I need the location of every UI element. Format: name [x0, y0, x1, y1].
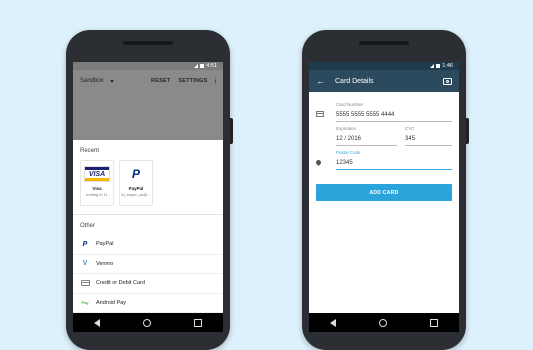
other-heading: Other [80, 223, 96, 229]
toolbar: Sandbox RESET SETTINGS [73, 70, 223, 92]
expiration-cvc-row: Expiration 12 / 2016 CVC 345 [316, 126, 452, 146]
list-item-paypal[interactable]: P PayPal [73, 235, 223, 255]
status-bar: 1:46 [309, 62, 459, 70]
list-item-android-pay[interactable]: Pay Android Pay [73, 294, 223, 313]
list-item-label: Credit or Debit Card [96, 280, 145, 287]
list-item-credit-card[interactable]: Credit or Debit Card [73, 274, 223, 294]
power-button [230, 118, 233, 144]
paypal-icon: P [82, 240, 88, 248]
system-nav-bar [73, 313, 223, 332]
battery-icon [200, 64, 205, 68]
recents-icon[interactable] [429, 318, 438, 327]
cvc-label: CVC [405, 126, 415, 131]
credit-card-icon [316, 111, 324, 117]
home-icon[interactable] [378, 318, 387, 327]
expiration-field[interactable]: Expiration 12 / 2016 [336, 126, 398, 146]
list-item-venmo[interactable]: V Venmo [73, 255, 223, 274]
battery-icon [436, 64, 441, 68]
dimmed-background [73, 92, 223, 140]
postal-code-label: Postal Code [336, 150, 361, 155]
dropdown-caret-icon [109, 79, 114, 83]
recent-item-name: PayPal [128, 186, 144, 191]
back-icon[interactable] [94, 318, 101, 327]
home-icon[interactable] [142, 318, 151, 327]
recents-icon[interactable] [193, 318, 202, 327]
phone-right: 1:46 ← Card Details Card Number 5555 555… [302, 30, 469, 350]
add-card-button[interactable]: ADD CARD [316, 184, 452, 201]
camera-icon[interactable] [443, 77, 452, 85]
signal-icon [194, 64, 199, 68]
page-title: Card Details [335, 77, 374, 85]
signal-icon [430, 64, 435, 68]
recent-heading: Recent [80, 148, 100, 154]
visa-logo-icon: VISA [84, 166, 110, 182]
recent-item-detail: ending in 11 [86, 192, 108, 197]
back-icon[interactable] [330, 318, 337, 327]
left-screen: 4:51 Sandbox RESET SETTINGS Recent VISA [73, 62, 223, 332]
venmo-icon: V [82, 260, 88, 268]
paypal-logo-icon: P [131, 167, 140, 181]
android-pay-icon: Pay [81, 300, 89, 306]
recent-item-detail: bt_buyer_us@... [121, 192, 151, 197]
status-time: 1:46 [442, 63, 453, 69]
speaker-grille [359, 41, 409, 45]
other-list: P PayPal V Venmo Credit or Debit Card Pa… [73, 235, 223, 313]
status-time: 4:51 [206, 63, 217, 69]
cvc-input[interactable]: 345 [405, 136, 452, 146]
expiration-input[interactable]: 12 / 2016 [336, 136, 398, 146]
recent-item-paypal[interactable]: P PayPal bt_buyer_us@... [119, 160, 153, 206]
toolbar: ← Card Details [309, 70, 459, 92]
back-arrow-icon[interactable]: ← [316, 76, 325, 86]
card-number-input[interactable]: 5555 5555 5555 4444 [336, 112, 452, 122]
card-number-field[interactable]: Card Number 5555 5555 5555 4444 [336, 102, 452, 122]
recent-list: VISA Visa ending in 11 P PayPal bt_buyer… [73, 160, 223, 214]
speaker-grille [123, 41, 173, 45]
environment-label: Sandbox [80, 78, 104, 84]
list-item-label: Android Pay [96, 299, 126, 306]
payment-method-sheet: Recent VISA Visa ending in 11 P PayPal b… [73, 140, 223, 313]
postal-code-row: Postal Code 12345 [314, 150, 452, 170]
cvc-field[interactable]: CVC 345 [405, 126, 452, 146]
location-pin-icon [314, 158, 323, 167]
right-screen: 1:46 ← Card Details Card Number 5555 555… [309, 62, 459, 332]
settings-button[interactable]: SETTINGS [178, 78, 207, 84]
card-number-label: Card Number [336, 102, 364, 107]
more-options-icon[interactable] [214, 77, 216, 85]
list-item-label: Venmo [96, 260, 114, 267]
card-form-body: Card Number 5555 5555 5555 4444 Expirati… [309, 92, 459, 311]
power-button [466, 118, 469, 144]
card-form: Card Number 5555 5555 5555 4444 Expirati… [309, 92, 459, 170]
environment-dropdown[interactable]: Sandbox [80, 78, 114, 84]
credit-card-icon [80, 280, 90, 287]
reset-button[interactable]: RESET [151, 78, 170, 84]
postal-code-field[interactable]: Postal Code 12345 [336, 150, 452, 170]
expiration-label: Expiration [336, 126, 357, 131]
status-bar: 4:51 [73, 62, 223, 70]
phone-left: 4:51 Sandbox RESET SETTINGS Recent VISA [66, 30, 233, 350]
recent-item-visa[interactable]: VISA Visa ending in 11 [80, 160, 114, 206]
list-item-label: PayPal [96, 241, 114, 248]
postal-code-input[interactable]: 12345 [336, 160, 452, 170]
card-number-row: Card Number 5555 5555 5555 4444 [316, 102, 452, 122]
system-nav-bar [309, 313, 459, 332]
recent-item-name: Visa [92, 186, 102, 191]
